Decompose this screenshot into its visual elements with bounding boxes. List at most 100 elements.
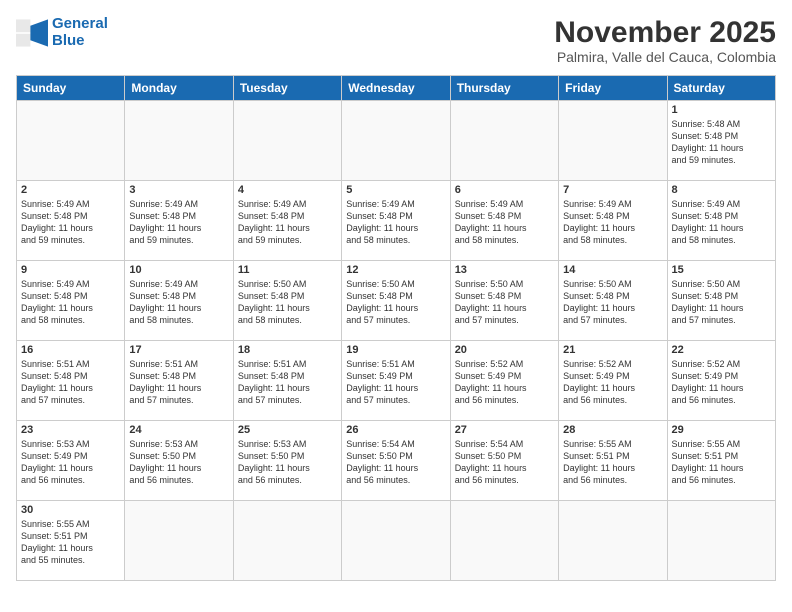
calendar-cell: 12 Sunrise: 5:50 AM Sunset: 5:48 PM Dayli…: [342, 261, 450, 341]
day-header-saturday: Saturday: [667, 76, 775, 101]
day-info: Sunrise: 5:51 AM Sunset: 5:49 PM Dayligh…: [346, 358, 445, 407]
day-number: 18: [238, 344, 337, 356]
day-header-tuesday: Tuesday: [233, 76, 341, 101]
calendar-cell: [559, 101, 667, 181]
day-number: 14: [563, 264, 662, 276]
calendar-cell: [125, 101, 233, 181]
calendar-cell: 11 Sunrise: 5:50 AM Sunset: 5:48 PM Dayli…: [233, 261, 341, 341]
day-info: Sunrise: 5:54 AM Sunset: 5:50 PM Dayligh…: [346, 438, 445, 487]
day-number: 1: [672, 104, 771, 116]
day-info: Sunrise: 5:49 AM Sunset: 5:48 PM Dayligh…: [563, 198, 662, 247]
day-number: 23: [21, 424, 120, 436]
logo-text: General Blue: [52, 16, 108, 49]
calendar-cell: 24 Sunrise: 5:53 AM Sunset: 5:50 PM Dayli…: [125, 421, 233, 501]
calendar-header-row: SundayMondayTuesdayWednesdayThursdayFrid…: [17, 76, 776, 101]
day-info: Sunrise: 5:49 AM Sunset: 5:48 PM Dayligh…: [672, 198, 771, 247]
day-number: 24: [129, 424, 228, 436]
day-info: Sunrise: 5:55 AM Sunset: 5:51 PM Dayligh…: [563, 438, 662, 487]
day-info: Sunrise: 5:51 AM Sunset: 5:48 PM Dayligh…: [21, 358, 120, 407]
day-info: Sunrise: 5:50 AM Sunset: 5:48 PM Dayligh…: [672, 278, 771, 327]
calendar-cell: [342, 501, 450, 581]
day-info: Sunrise: 5:49 AM Sunset: 5:48 PM Dayligh…: [346, 198, 445, 247]
calendar-cell: 30 Sunrise: 5:55 AM Sunset: 5:51 PM Dayli…: [17, 501, 125, 581]
day-info: Sunrise: 5:51 AM Sunset: 5:48 PM Dayligh…: [129, 358, 228, 407]
day-number: 12: [346, 264, 445, 276]
day-number: 5: [346, 184, 445, 196]
day-info: Sunrise: 5:49 AM Sunset: 5:48 PM Dayligh…: [129, 278, 228, 327]
day-number: 21: [563, 344, 662, 356]
day-number: 10: [129, 264, 228, 276]
day-number: 7: [563, 184, 662, 196]
calendar-week-3: 9 Sunrise: 5:49 AM Sunset: 5:48 PM Daylig…: [17, 261, 776, 341]
calendar-cell: 28 Sunrise: 5:55 AM Sunset: 5:51 PM Dayli…: [559, 421, 667, 501]
day-header-wednesday: Wednesday: [342, 76, 450, 101]
day-number: 22: [672, 344, 771, 356]
day-number: 20: [455, 344, 554, 356]
day-info: Sunrise: 5:52 AM Sunset: 5:49 PM Dayligh…: [563, 358, 662, 407]
calendar-cell: 16 Sunrise: 5:51 AM Sunset: 5:48 PM Dayli…: [17, 341, 125, 421]
calendar-body: 1 Sunrise: 5:48 AM Sunset: 5:48 PM Daylig…: [17, 101, 776, 581]
day-info: Sunrise: 5:53 AM Sunset: 5:49 PM Dayligh…: [21, 438, 120, 487]
day-info: Sunrise: 5:50 AM Sunset: 5:48 PM Dayligh…: [346, 278, 445, 327]
calendar-cell: [450, 101, 558, 181]
calendar-cell: 1 Sunrise: 5:48 AM Sunset: 5:48 PM Daylig…: [667, 101, 775, 181]
day-header-monday: Monday: [125, 76, 233, 101]
day-info: Sunrise: 5:54 AM Sunset: 5:50 PM Dayligh…: [455, 438, 554, 487]
day-number: 16: [21, 344, 120, 356]
day-number: 19: [346, 344, 445, 356]
calendar-cell: 15Sunrise: 5:50 AM Sunset: 5:48 PM Dayli…: [667, 261, 775, 341]
day-number: 8: [672, 184, 771, 196]
calendar-cell: 26Sunrise: 5:54 AM Sunset: 5:50 PM Dayli…: [342, 421, 450, 501]
calendar-cell: 22 Sunrise: 5:52 AM Sunset: 5:49 PM Dayli…: [667, 341, 775, 421]
calendar-cell: 21 Sunrise: 5:52 AM Sunset: 5:49 PM Dayli…: [559, 341, 667, 421]
page-header: General Blue November 2025 Palmira, Vall…: [16, 16, 776, 65]
calendar-cell: 5 Sunrise: 5:49 AM Sunset: 5:48 PM Daylig…: [342, 181, 450, 261]
calendar-cell: [667, 501, 775, 581]
day-info: Sunrise: 5:51 AM Sunset: 5:48 PM Dayligh…: [238, 358, 337, 407]
day-info: Sunrise: 5:49 AM Sunset: 5:48 PM Dayligh…: [238, 198, 337, 247]
calendar-cell: 29Sunrise: 5:55 AM Sunset: 5:51 PM Dayli…: [667, 421, 775, 501]
day-info: Sunrise: 5:52 AM Sunset: 5:49 PM Dayligh…: [672, 358, 771, 407]
logo: General Blue: [16, 16, 108, 49]
calendar-cell: 9Sunrise: 5:49 AM Sunset: 5:48 PM Daylig…: [17, 261, 125, 341]
calendar-cell: 14 Sunrise: 5:50 AM Sunset: 5:48 PM Dayli…: [559, 261, 667, 341]
day-info: Sunrise: 5:49 AM Sunset: 5:48 PM Dayligh…: [455, 198, 554, 247]
calendar-week-6: 30 Sunrise: 5:55 AM Sunset: 5:51 PM Dayli…: [17, 501, 776, 581]
calendar-week-4: 16 Sunrise: 5:51 AM Sunset: 5:48 PM Dayli…: [17, 341, 776, 421]
day-number: 13: [455, 264, 554, 276]
calendar-cell: 25Sunrise: 5:53 AM Sunset: 5:50 PM Dayli…: [233, 421, 341, 501]
title-area: November 2025 Palmira, Valle del Cauca, …: [554, 16, 776, 65]
day-header-thursday: Thursday: [450, 76, 558, 101]
calendar-cell: [233, 101, 341, 181]
calendar-cell: 8 Sunrise: 5:49 AM Sunset: 5:48 PM Daylig…: [667, 181, 775, 261]
day-info: Sunrise: 5:53 AM Sunset: 5:50 PM Dayligh…: [129, 438, 228, 487]
day-info: Sunrise: 5:49 AM Sunset: 5:48 PM Dayligh…: [129, 198, 228, 247]
day-info: Sunrise: 5:52 AM Sunset: 5:49 PM Dayligh…: [455, 358, 554, 407]
day-number: 30: [21, 504, 120, 516]
day-number: 28: [563, 424, 662, 436]
day-info: Sunrise: 5:55 AM Sunset: 5:51 PM Dayligh…: [21, 518, 120, 567]
day-info: Sunrise: 5:48 AM Sunset: 5:48 PM Dayligh…: [672, 118, 771, 167]
calendar-week-5: 23 Sunrise: 5:53 AM Sunset: 5:49 PM Dayli…: [17, 421, 776, 501]
day-header-friday: Friday: [559, 76, 667, 101]
day-number: 9: [21, 264, 120, 276]
calendar-cell: 19 Sunrise: 5:51 AM Sunset: 5:49 PM Dayli…: [342, 341, 450, 421]
day-number: 11: [238, 264, 337, 276]
day-info: Sunrise: 5:50 AM Sunset: 5:48 PM Dayligh…: [563, 278, 662, 327]
calendar-cell: 3Sunrise: 5:49 AM Sunset: 5:48 PM Daylig…: [125, 181, 233, 261]
day-number: 6: [455, 184, 554, 196]
calendar-cell: [450, 501, 558, 581]
calendar-cell: [342, 101, 450, 181]
calendar-cell: 2Sunrise: 5:49 AM Sunset: 5:48 PM Daylig…: [17, 181, 125, 261]
calendar-cell: 17Sunrise: 5:51 AM Sunset: 5:48 PM Dayli…: [125, 341, 233, 421]
day-info: Sunrise: 5:49 AM Sunset: 5:48 PM Dayligh…: [21, 198, 120, 247]
calendar-cell: [17, 101, 125, 181]
calendar-week-1: 1 Sunrise: 5:48 AM Sunset: 5:48 PM Daylig…: [17, 101, 776, 181]
calendar-cell: 10 Sunrise: 5:49 AM Sunset: 5:48 PM Dayli…: [125, 261, 233, 341]
calendar-cell: 4Sunrise: 5:49 AM Sunset: 5:48 PM Daylig…: [233, 181, 341, 261]
calendar-cell: 20 Sunrise: 5:52 AM Sunset: 5:49 PM Dayli…: [450, 341, 558, 421]
day-info: Sunrise: 5:50 AM Sunset: 5:48 PM Dayligh…: [238, 278, 337, 327]
day-info: Sunrise: 5:50 AM Sunset: 5:48 PM Dayligh…: [455, 278, 554, 327]
location-subtitle: Palmira, Valle del Cauca, Colombia: [554, 49, 776, 65]
calendar-cell: 27Sunrise: 5:54 AM Sunset: 5:50 PM Dayli…: [450, 421, 558, 501]
